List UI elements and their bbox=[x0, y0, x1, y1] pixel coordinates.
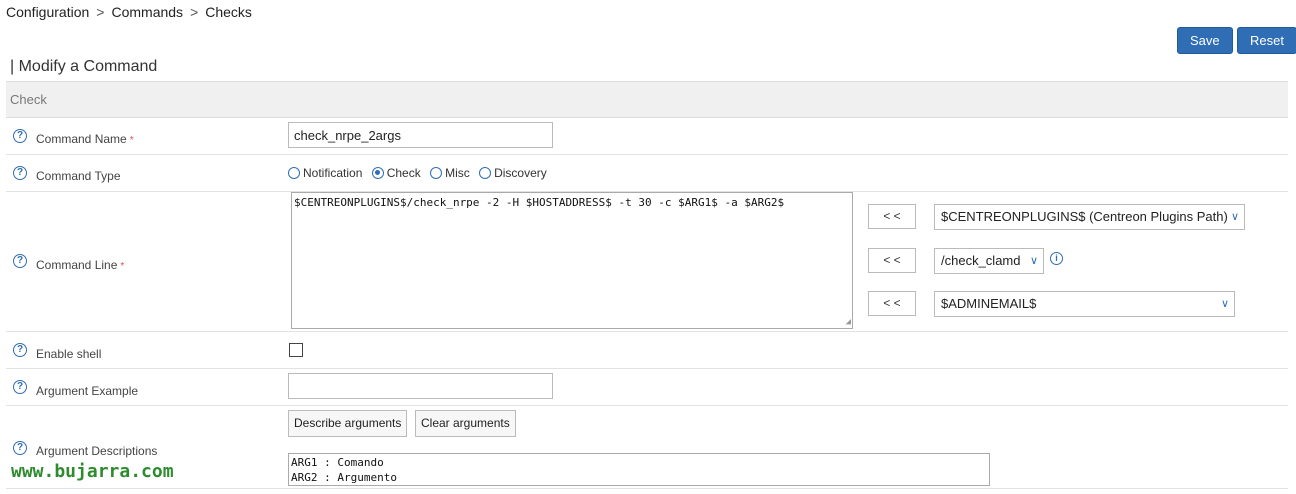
info-icon[interactable]: i bbox=[1050, 252, 1063, 265]
chevron-down-icon: ∨ bbox=[1220, 298, 1229, 310]
enable-shell-checkbox[interactable] bbox=[289, 343, 303, 357]
command-line-label: Command Line * bbox=[36, 258, 125, 272]
section-header: Check bbox=[6, 81, 1288, 118]
watermark: www.bujarra.com bbox=[11, 461, 174, 482]
radio-circle-icon bbox=[430, 167, 443, 179]
radio-circle-icon bbox=[479, 167, 492, 179]
chevron-down-icon: ∨ bbox=[1029, 255, 1038, 267]
admin-email-select[interactable]: $ADMINEMAIL$ ∨ bbox=[934, 291, 1235, 317]
command-name-label: Command Name * bbox=[36, 132, 134, 146]
breadcrumb-separator: > bbox=[190, 4, 199, 20]
radio-circle-checked-icon bbox=[371, 167, 384, 179]
save-button[interactable]: Save bbox=[1177, 27, 1233, 54]
help-icon[interactable]: ? bbox=[13, 129, 27, 143]
describe-arguments-button[interactable]: Describe arguments bbox=[288, 410, 408, 437]
argument-descriptions-textarea[interactable]: ARG1 : Comando ARG2 : Argumento bbox=[288, 453, 990, 486]
check-command-select[interactable]: /check_clamd ∨ bbox=[934, 248, 1044, 274]
radio-circle-icon bbox=[288, 167, 300, 179]
argument-descriptions-label: Argument Descriptions bbox=[36, 444, 158, 458]
clear-arguments-button[interactable]: Clear arguments bbox=[415, 410, 516, 437]
help-icon[interactable]: ? bbox=[13, 441, 27, 455]
breadcrumb-separator: > bbox=[96, 4, 105, 20]
radio-misc[interactable]: Misc bbox=[430, 166, 470, 180]
insert-macro-button-3[interactable]: < < bbox=[868, 291, 916, 316]
radio-check[interactable]: Check bbox=[371, 166, 421, 180]
argument-descriptions-row: ? Argument Descriptions Describe argumen… bbox=[6, 406, 1288, 489]
reset-button[interactable]: Reset bbox=[1237, 27, 1296, 54]
argument-example-row: ? Argument Example bbox=[6, 369, 1288, 406]
centreon-plugins-select[interactable]: $CENTREONPLUGINS$ (Centreon Plugins Path… bbox=[934, 204, 1245, 230]
command-type-radio-group: Notification Check Misc Discovery bbox=[288, 166, 553, 180]
enable-shell-row: ? Enable shell bbox=[6, 332, 1288, 369]
help-icon[interactable]: ? bbox=[13, 254, 27, 268]
command-name-input[interactable] bbox=[288, 122, 553, 148]
radio-discovery[interactable]: Discovery bbox=[479, 166, 547, 180]
breadcrumb-configuration[interactable]: Configuration bbox=[6, 4, 89, 20]
command-type-row: ? Command Type Notification Check Misc D… bbox=[6, 155, 1288, 192]
insert-macro-button-2[interactable]: < < bbox=[868, 248, 916, 273]
required-marker: * bbox=[120, 261, 125, 272]
help-icon[interactable]: ? bbox=[13, 380, 27, 394]
enable-shell-label: Enable shell bbox=[36, 347, 102, 361]
command-name-row: ? Command Name * bbox=[6, 118, 1288, 155]
breadcrumb-commands[interactable]: Commands bbox=[111, 4, 183, 20]
resize-grip-icon[interactable]: ◢ bbox=[846, 318, 851, 327]
command-line-textarea[interactable]: $CENTREONPLUGINS$/check_nrpe -2 -H $HOST… bbox=[291, 192, 853, 329]
chevron-down-icon: ∨ bbox=[1230, 211, 1239, 223]
radio-notification[interactable]: Notification bbox=[288, 166, 362, 180]
required-marker: * bbox=[129, 135, 134, 146]
help-icon[interactable]: ? bbox=[13, 343, 27, 357]
argument-example-label: Argument Example bbox=[36, 384, 139, 398]
insert-macro-button-1[interactable]: < < bbox=[868, 204, 916, 229]
page-title: | Modify a Command bbox=[10, 58, 158, 75]
command-line-row: ? Command Line * $CENTREONPLUGINS$/check_… bbox=[6, 192, 1288, 332]
help-icon[interactable]: ? bbox=[13, 166, 27, 180]
argument-example-input[interactable] bbox=[288, 373, 553, 399]
breadcrumb-checks[interactable]: Checks bbox=[205, 4, 252, 20]
command-type-label: Command Type bbox=[36, 169, 121, 183]
breadcrumb: Configuration > Commands > Checks bbox=[6, 4, 252, 20]
